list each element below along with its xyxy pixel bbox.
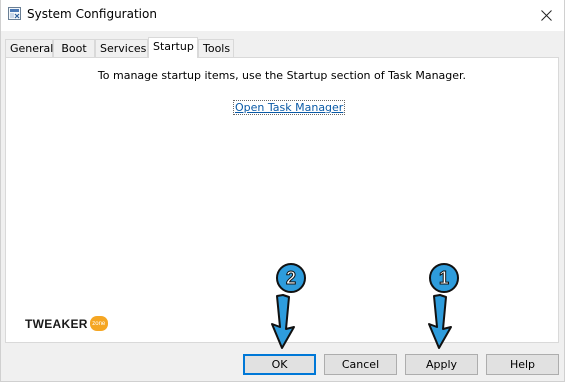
help-button[interactable]: Help xyxy=(486,354,559,375)
window-title: System Configuration xyxy=(27,7,157,21)
apply-button[interactable]: Apply xyxy=(405,354,478,375)
step-1-marker: 1 xyxy=(429,263,459,293)
startup-message: To manage startup items, use the Startup… xyxy=(97,69,467,82)
down-arrow-icon xyxy=(271,294,295,349)
title-bar: System Configuration xyxy=(1,0,564,31)
tab-tools[interactable]: Tools xyxy=(198,39,234,57)
tab-general[interactable]: General xyxy=(5,39,53,57)
tab-startup[interactable]: Startup xyxy=(148,37,198,58)
brand-word: TWEAKER xyxy=(25,316,88,331)
open-task-manager-link[interactable]: Open Task Manager xyxy=(233,100,346,115)
cancel-button[interactable]: Cancel xyxy=(324,354,397,375)
system-configuration-window: System Configuration General Boot Servic… xyxy=(0,0,565,382)
step-2-marker: 2 xyxy=(276,263,306,293)
close-button[interactable] xyxy=(529,0,564,31)
tab-boot[interactable]: Boot xyxy=(53,39,95,57)
down-arrow-icon xyxy=(428,294,452,349)
tab-services[interactable]: Services xyxy=(95,39,148,57)
brand-badge: zone xyxy=(89,316,108,331)
tweakerzone-logo: TWEAKER zone xyxy=(25,316,108,331)
system-configuration-icon xyxy=(8,7,21,20)
close-icon xyxy=(541,10,552,21)
ok-button[interactable]: OK xyxy=(243,354,316,375)
